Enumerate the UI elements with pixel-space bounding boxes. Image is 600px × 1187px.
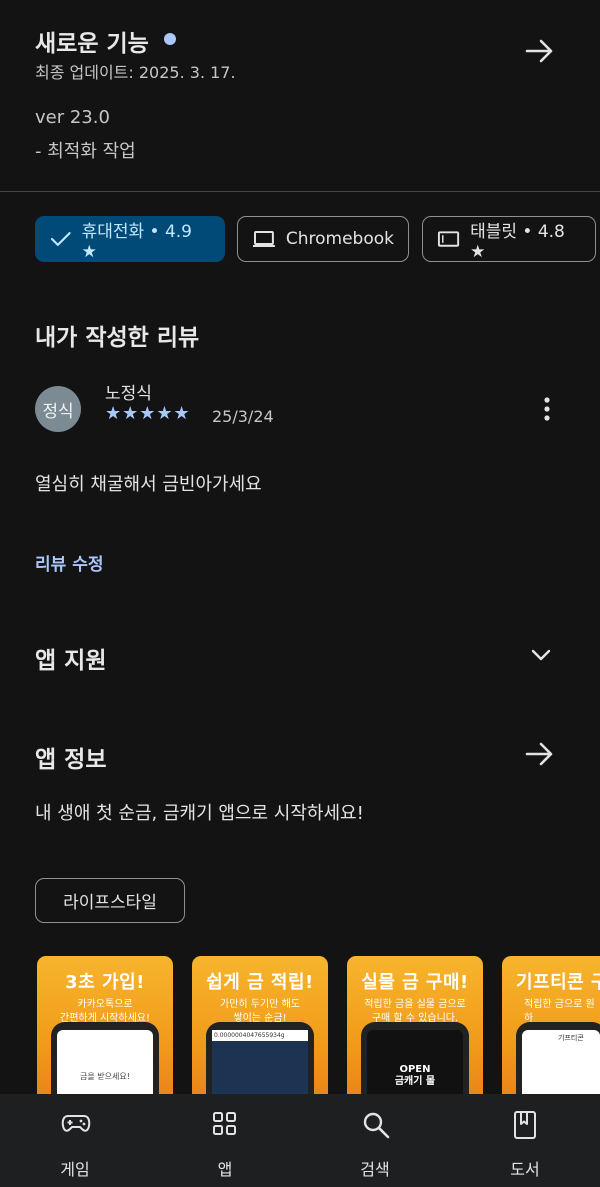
nav-label: 도서 (510, 1160, 540, 1179)
search-icon (363, 1112, 390, 1139)
review-text: 열심히 채굴해서 금빈아가세요 (35, 474, 262, 495)
chip-chromebook-label: Chromebook (285, 229, 394, 249)
nav-item-search[interactable]: 검색 (300, 1094, 450, 1187)
screenshot-headline: 실물 금 구매! (361, 972, 469, 993)
screenshot-2[interactable]: 쉽게 금 적립! 가만히 두기만 해도 쌓이는 순금! 0.0000004047… (192, 956, 328, 1106)
chip-tablet-label: 태블릿 • 4.8 ★ (470, 221, 565, 262)
screenshot-headline: 쉽게 금 적립! (206, 972, 314, 993)
screen-text: 0.0000004047655934g (212, 1030, 308, 1041)
chevron-down-icon[interactable] (529, 643, 553, 671)
chip-phone[interactable]: 휴대전화 • 4.9 ★ (35, 216, 225, 262)
more-options-icon[interactable] (537, 396, 557, 424)
app-support-heading[interactable]: 앱 지원 (35, 641, 107, 675)
review-stars: ★★★★★ (105, 403, 191, 424)
avatar: 정식 (35, 386, 81, 432)
nav-item-apps[interactable]: 앱 (150, 1094, 300, 1187)
nav-label: 검색 (360, 1160, 390, 1179)
screenshot-1[interactable]: 3초 가입! 카카오톡으로 간편하게 시작하세요! 금을 받으세요! (37, 956, 173, 1106)
chip-tablet[interactable]: 태블릿 • 4.8 ★ (422, 216, 596, 262)
chip-phone-label: 휴대전화 • 4.9 ★ (81, 221, 192, 262)
app-info-heading[interactable]: 앱 정보 (35, 740, 107, 774)
app-info-arrow-icon[interactable] (523, 739, 557, 773)
tablet-icon (437, 231, 460, 247)
screen-text: 금을 받으세요! (80, 1071, 130, 1081)
nav-item-games[interactable]: 게임 (0, 1094, 150, 1187)
bottom-navigation: 게임 앱 검색 도서 (0, 1094, 600, 1187)
nav-label: 게임 (60, 1160, 90, 1179)
version-text: ver 23.0 (35, 107, 110, 128)
apps-grid-icon (213, 1112, 236, 1135)
nav-item-books[interactable]: 도서 (450, 1094, 600, 1187)
last-updated: 최종 업데이트: 2025. 3. 17. (35, 63, 236, 82)
review-author: 노정식 (105, 384, 152, 404)
bookmark-book-icon (514, 1111, 536, 1139)
screenshot-headline: 3초 가입! (65, 972, 145, 993)
screenshot-4[interactable]: 기프티콘 구 적립한 금으로 원하 기프티콘을 구매하세 기프티콘 (502, 956, 600, 1106)
screen-text: 기프티콘 (558, 1034, 584, 1042)
edit-review-link[interactable]: 리뷰 수정 (35, 550, 103, 575)
chip-chromebook[interactable]: Chromebook (237, 216, 409, 262)
screen-text: OPEN 금캐기 몰 (394, 1064, 436, 1087)
check-icon (50, 232, 71, 246)
update-note: - 최적화 작업 (35, 141, 136, 162)
app-description: 내 생애 첫 순금, 금캐기 앱으로 시작하세요! (35, 803, 364, 824)
review-date: 25/3/24 (212, 407, 274, 426)
gamepad-icon (61, 1115, 91, 1132)
screenshot-headline: 기프티콘 구 (516, 972, 600, 993)
whats-new-arrow-icon[interactable] (523, 36, 557, 70)
new-indicator-dot (164, 33, 176, 45)
screenshot-3[interactable]: 실물 금 구매! 적립한 금을 실물 금으로 구매 할 수 있습니다. OPEN… (347, 956, 483, 1106)
laptop-icon (252, 231, 275, 247)
section-divider (0, 191, 600, 192)
my-review-heading: 내가 작성한 리뷰 (35, 325, 200, 351)
category-chip[interactable]: 라이프스타일 (35, 878, 185, 923)
whats-new-title: 새로운 기능 (35, 31, 149, 57)
nav-label: 앱 (217, 1160, 233, 1179)
